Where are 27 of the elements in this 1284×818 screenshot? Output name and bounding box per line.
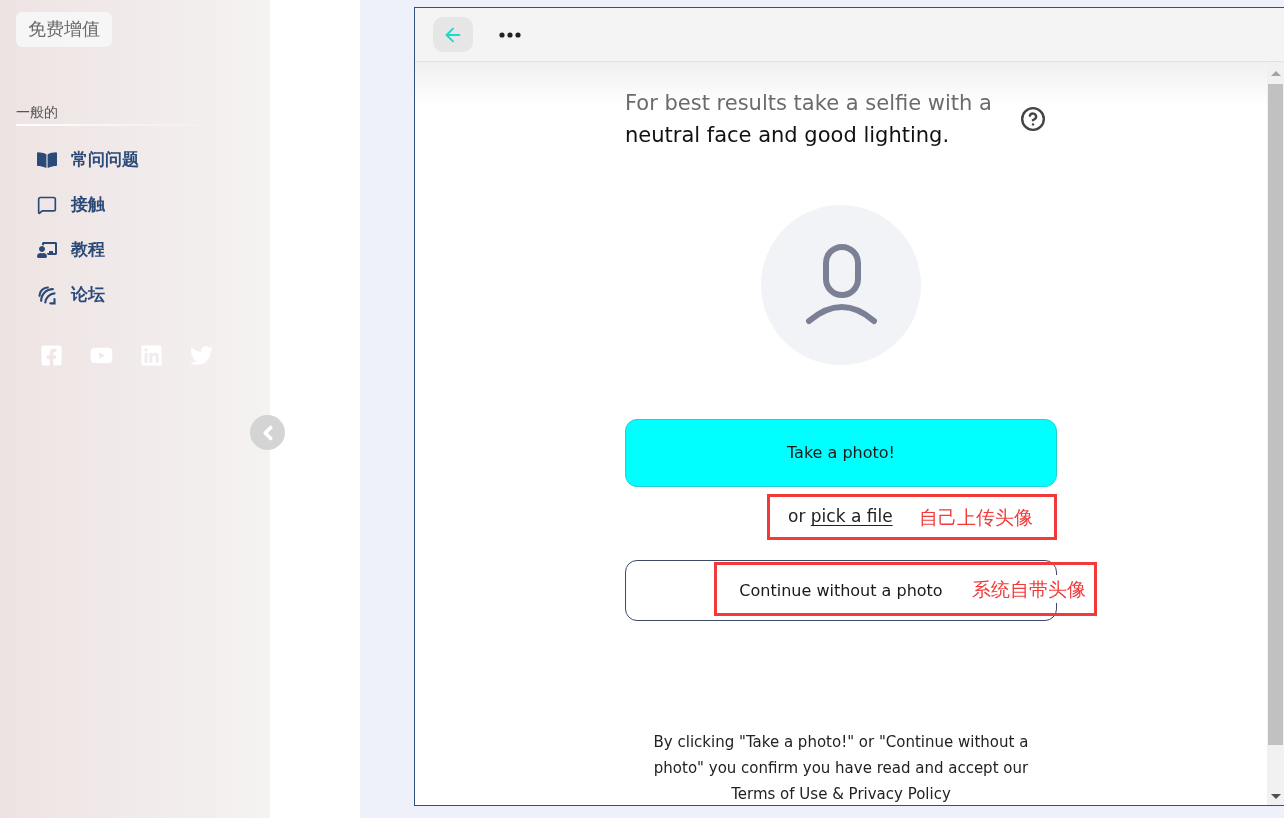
sidebar-item[interactable]: 教程 (16, 227, 105, 272)
sidebar-item[interactable]: 论坛 (16, 272, 105, 317)
curved-stripes-icon (37, 284, 57, 305)
scrollbar-thumb[interactable] (1268, 84, 1283, 745)
intro-hint: For best results take a selfie with a (625, 90, 992, 117)
section-title: 一般的 (16, 103, 58, 121)
scroll-up-icon[interactable] (1270, 70, 1281, 76)
consent-text: By clicking "Take a photo!" or "Continue without a photo" you confirm you have read and accept our Terms of Use & Privacy Policy (652, 732, 1030, 805)
more-icon[interactable] (499, 31, 521, 38)
scrollbar[interactable] (1267, 62, 1284, 805)
intro-emphasis: neutral face and good lighting. (625, 122, 951, 149)
annotation-label: 自己上传头像 (918, 504, 1033, 530)
help-icon[interactable] (1020, 106, 1046, 132)
user-avatar-icon (761, 205, 921, 365)
scroll-down-icon[interactable] (1270, 794, 1281, 799)
sidebar-item[interactable]: 常问问题 (16, 137, 139, 182)
upgrade-button[interactable]: 免费增值 (16, 12, 112, 47)
teacher-board-icon (37, 239, 57, 260)
chat-bubble-icon (37, 194, 57, 215)
facebook-icon[interactable] (40, 344, 63, 367)
sidebar-item[interactable]: 接触 (16, 182, 105, 227)
pick-file-link[interactable]: pick a file (810, 506, 893, 527)
pick-file-text: or pick a file (788, 505, 893, 529)
terms-privacy-link[interactable]: Terms of Use & Privacy Policy (731, 785, 951, 803)
take-photo-button[interactable]: Take a photo! (625, 419, 1057, 487)
book-icon (37, 149, 57, 170)
back-button[interactable] (433, 17, 473, 52)
